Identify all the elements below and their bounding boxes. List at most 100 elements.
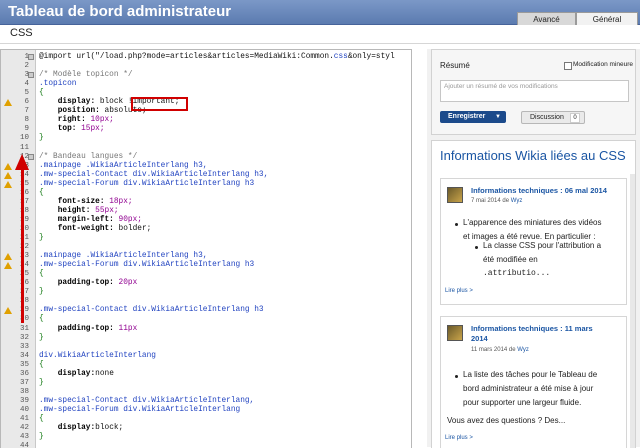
- warning-icon: [4, 162, 12, 170]
- save-button-label: Enregistrer: [448, 113, 486, 120]
- code-text: {: [39, 270, 44, 279]
- code-token: padding-top:: [39, 279, 119, 288]
- line-number: 3: [24, 71, 29, 80]
- code-token: right:: [39, 116, 91, 125]
- dashboard-title: Tableau de bord administrateur: [8, 3, 232, 20]
- code-token: }: [39, 433, 44, 442]
- code-line: 15 .mw-special-Forum div.WikiaArticleInte…: [1, 180, 411, 189]
- code-line: 38: [1, 388, 411, 397]
- code-line: 19 margin-left: 90px;: [1, 216, 411, 225]
- code-token: block;: [95, 424, 124, 433]
- line-number: 5: [24, 89, 29, 98]
- warning-icon: [4, 253, 12, 261]
- page-title-bar: CSS: [0, 25, 640, 44]
- code-line: 28: [1, 297, 411, 306]
- info-scrollbar[interactable]: [630, 174, 635, 448]
- news-author-link[interactable]: Wyz: [511, 198, 523, 204]
- code-line: 17 font-size: 18px;: [1, 198, 411, 207]
- code-token: .mw-special-Contact div.WikiaArticleInte…: [39, 170, 269, 179]
- code-line: 32}: [1, 334, 411, 343]
- summary-box: Résumé Modification mineure Ajouter un r…: [431, 49, 636, 135]
- read-more-link[interactable]: Lire plus >: [445, 288, 473, 294]
- news-body-line: La classe CSS pour l'attribution a: [483, 241, 602, 250]
- summary-input[interactable]: Ajouter un résumé de vos modifications: [440, 80, 629, 102]
- code-token: &only=styl: [347, 53, 395, 61]
- code-text: right: 10px;: [39, 116, 114, 125]
- code-token: div.WikiaArticleInterlang: [39, 351, 156, 360]
- code-text: {: [39, 361, 44, 370]
- code-line: 43}: [1, 433, 411, 442]
- code-token: }: [39, 378, 44, 387]
- line-number: 36: [19, 369, 29, 378]
- code-line: 11: [1, 144, 411, 153]
- line-number: 9: [24, 125, 29, 134]
- code-line: 44: [1, 442, 411, 448]
- news-title-part: 2014: [471, 334, 488, 343]
- news-title-link[interactable]: Informations techniques : 11 mars 2014: [471, 324, 593, 344]
- code-line: 6 display: block !important;: [1, 98, 411, 107]
- minor-edit-label: Modification mineure: [573, 61, 633, 68]
- code-token: }: [39, 288, 44, 297]
- code-line: 20 font-weight: bolder;: [1, 225, 411, 234]
- news-title-part: Informations techniques : 11 mars: [471, 324, 593, 333]
- warning-icon: [4, 262, 12, 270]
- code-token: .topicon: [39, 80, 77, 89]
- code-text: {: [39, 415, 44, 424]
- code-token: top:: [39, 125, 82, 134]
- news-body-code: .attributio...: [483, 269, 551, 278]
- code-text: .mw-special-Contact div.WikiaArticleInte…: [39, 306, 264, 315]
- chevron-down-icon[interactable]: ▼: [495, 111, 501, 123]
- code-line: 37}: [1, 379, 411, 388]
- code-token: font-weight:: [39, 224, 119, 233]
- code-line: 42 display:block;: [1, 424, 411, 433]
- code-text: .topicon: [39, 80, 76, 89]
- code-line: 18 height: 55px;: [1, 207, 411, 216]
- code-line: 13 .mainpage .WikiaArticleInterlang h3,: [1, 162, 411, 171]
- news-meta: 7 mai 2014 de Wyz: [471, 198, 522, 204]
- code-token: }: [39, 333, 44, 342]
- bullet: [455, 375, 458, 378]
- code-editor[interactable]: 1 @import url("/load.php?mode=articles&ar…: [0, 49, 412, 448]
- warning-icon: [4, 180, 12, 188]
- line-number: 37: [19, 378, 29, 387]
- tab-general[interactable]: Général: [576, 12, 638, 26]
- summary-label: Résumé: [440, 61, 470, 70]
- code-line: 10}: [1, 134, 411, 143]
- line-number: 2: [24, 62, 29, 71]
- line-number: 11: [19, 143, 29, 152]
- code-text: }: [39, 234, 44, 243]
- save-button[interactable]: Enregistrer ▼: [440, 111, 506, 123]
- news-author-link[interactable]: Wyz: [517, 347, 529, 353]
- code-token: .mw-special-Forum div.WikiaArticleInterl…: [39, 261, 255, 270]
- code-token: {: [39, 360, 44, 369]
- line-number: 38: [19, 387, 29, 396]
- news-card: Informations techniques : 11 mars 2014 11…: [440, 316, 627, 448]
- line-number: 32: [19, 333, 29, 342]
- code-line: 41 {: [1, 415, 411, 424]
- code-token: }: [39, 134, 44, 143]
- code-line: 8 right: 10px;: [1, 116, 411, 125]
- code-token: 10px;: [90, 116, 114, 125]
- minor-edit-checkbox[interactable]: [564, 62, 572, 70]
- discussion-button[interactable]: Discussion 0: [521, 111, 585, 124]
- code-token: @import url("/load.php?mode=articles&art…: [39, 53, 334, 61]
- read-more-link[interactable]: Lire plus >: [445, 435, 473, 441]
- news-title-link[interactable]: Informations techniques : 06 mal 2014: [471, 186, 607, 195]
- line-number: 42: [19, 424, 29, 433]
- code-line: 27}: [1, 288, 411, 297]
- code-text: }: [39, 134, 44, 143]
- code-line: 31 padding-top: 11px: [1, 325, 411, 334]
- code-token: .mw-special-Forum div.WikiaArticleInterl…: [39, 405, 241, 414]
- code-text: }: [39, 379, 44, 388]
- right-panel: Résumé Modification mineure Ajouter un r…: [427, 49, 640, 448]
- tab-advanced[interactable]: Avancé: [517, 12, 576, 26]
- code-token: 18px;: [109, 197, 133, 206]
- code-text: .mw-special-Forum div.WikiaArticleInterl…: [39, 406, 240, 415]
- line-number: 6: [24, 98, 29, 107]
- code-text: padding-top: 11px: [39, 325, 138, 334]
- code-token: {: [39, 188, 44, 197]
- avatar: [447, 187, 463, 203]
- code-text: .mw-special-Forum div.WikiaArticleInterl…: [39, 261, 254, 270]
- code-text: @import url("/load.php?mode=articles&art…: [39, 53, 395, 62]
- avatar: [447, 325, 463, 341]
